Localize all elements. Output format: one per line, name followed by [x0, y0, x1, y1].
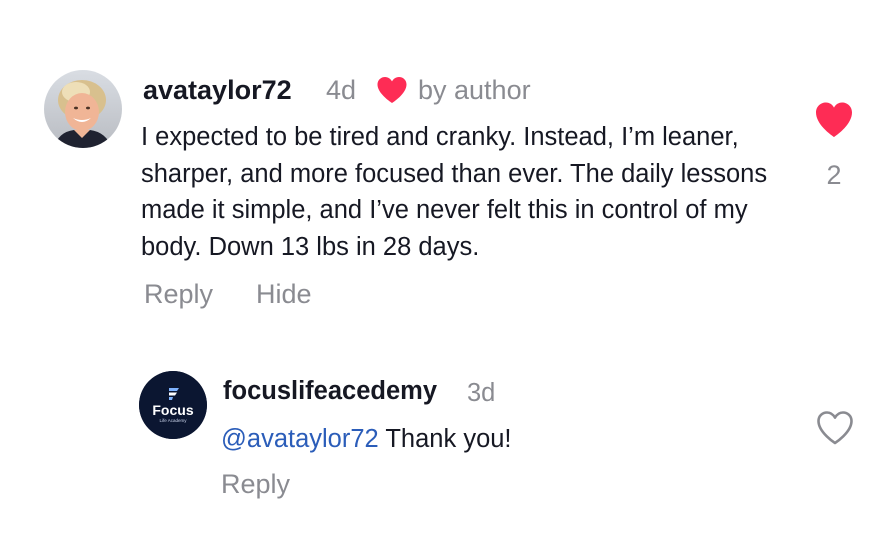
heart-filled-icon — [816, 102, 852, 137]
reply-text: @avataylor72 Thank you! — [221, 421, 512, 457]
focus-logo-icon: Focus Life Academy — [139, 371, 207, 439]
reply-message: Thank you! — [378, 425, 512, 453]
liked-by-author-label: by author — [418, 75, 531, 105]
reply-button[interactable]: Reply — [144, 276, 213, 312]
comment-text: I expected to be tired and cranky. Inste… — [141, 123, 768, 261]
reply-timestamp: 3d — [467, 379, 496, 407]
comment-timestamp: 4d — [326, 75, 357, 105]
reply-username[interactable]: focuslifeacedemy — [223, 373, 437, 409]
author-liked-heart-icon — [376, 76, 408, 104]
commenter-avatar[interactable] — [44, 70, 122, 148]
like-count: 2 — [826, 160, 842, 190]
reply-to-reply-button[interactable]: Reply — [221, 466, 290, 502]
reply-like-button[interactable] — [815, 410, 855, 446]
heart-outline-icon — [817, 411, 853, 445]
svg-text:Life Academy: Life Academy — [159, 418, 187, 423]
svg-text:Focus: Focus — [152, 402, 193, 418]
reply-avatar[interactable]: Focus Life Academy — [139, 371, 207, 439]
like-button[interactable] — [814, 101, 854, 139]
hide-button[interactable]: Hide — [256, 276, 312, 312]
avatar-photo — [44, 70, 122, 148]
mention-link[interactable]: @avataylor72 — [221, 425, 379, 453]
commenter-username[interactable]: avataylor72 — [143, 72, 292, 108]
